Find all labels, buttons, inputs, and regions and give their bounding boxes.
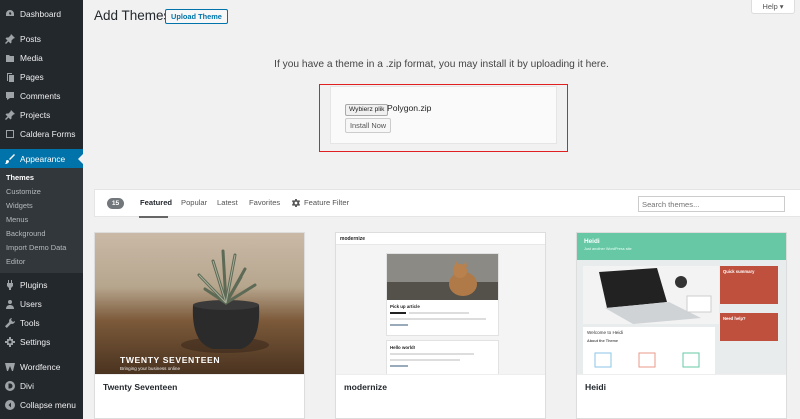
sidebar-item-label: Media (20, 52, 43, 63)
collapse-icon (5, 399, 15, 410)
submenu-menus[interactable]: Menus (0, 213, 83, 227)
submenu-customize[interactable]: Customize (0, 185, 83, 199)
help-button[interactable]: Help ▾ (751, 0, 795, 14)
sidebar-item-appearance[interactable]: Appearance (0, 149, 83, 168)
tab-featured[interactable]: Featured (140, 198, 172, 207)
laptop-image (583, 266, 719, 324)
sidebar-item-pages[interactable]: Pages (0, 67, 83, 86)
main-content: Add Themes Upload Theme Help ▾ If you ha… (83, 0, 800, 419)
feature-filter-label: Feature Filter (304, 198, 350, 207)
highlight-annotation (319, 84, 568, 152)
sidebar-item-label: Comments (20, 90, 61, 101)
active-tab-indicator (139, 216, 168, 218)
shot-post-title: Pick up article (390, 304, 420, 309)
sidebar-item-label: Projects (20, 109, 51, 120)
pin-icon (5, 109, 15, 120)
shot-title: TWENTY SEVENTEEN (120, 355, 221, 365)
sidebar-item-label: Dashboard (20, 8, 61, 19)
search-themes-input[interactable] (638, 196, 785, 212)
submenu-themes[interactable]: Themes (0, 171, 83, 185)
shot-logo: Heidi (584, 238, 600, 245)
sidebar-item-tools[interactable]: Tools (0, 313, 83, 332)
theme-screenshot: modernize Pick up article Hello world! (336, 233, 545, 374)
theme-screenshot: TWENTY SEVENTEEN Bringing your business … (95, 233, 304, 374)
tab-latest[interactable]: Latest (217, 198, 238, 207)
sidebar-item-label: Pages (20, 71, 44, 82)
shot-side-widget: Quick summary (720, 266, 778, 304)
theme-name: Twenty Seventeen (95, 374, 304, 406)
feature-filter-button[interactable]: Feature Filter (292, 198, 349, 207)
shot-welcome: Welcome to Heidi (587, 330, 623, 335)
appearance-submenu: Themes Customize Widgets Menus Backgroun… (0, 168, 83, 273)
sidebar-item-label: Appearance (20, 153, 66, 164)
upload-theme-button[interactable]: Upload Theme (165, 9, 228, 24)
theme-name: modernize (336, 374, 545, 406)
theme-card-twenty-seventeen[interactable]: TWENTY SEVENTEEN Bringing your business … (94, 232, 305, 419)
sidebar-item-label: Tools (20, 317, 40, 328)
pin-icon (5, 33, 15, 44)
sidebar-item-label: Divi (20, 380, 34, 391)
wordfence-icon (5, 362, 15, 372)
brush-icon (5, 153, 15, 164)
sidebar-item-label: Users (20, 298, 42, 309)
sidebar-item-plugins[interactable]: Plugins (0, 275, 83, 294)
tab-favorites[interactable]: Favorites (249, 198, 280, 207)
sidebar-item-media[interactable]: Media (0, 48, 83, 67)
page-title: Add Themes (94, 8, 171, 23)
shot-content-block: Welcome to Heidi About the Theme (583, 327, 715, 374)
cat-image (387, 254, 498, 300)
sidebar-item-label: Plugins (20, 279, 48, 290)
sidebar-item-comments[interactable]: Comments (0, 86, 83, 105)
shot-tagline: Just another WordPress site (584, 247, 632, 251)
sidebar-item-label: Caldera Forms (20, 128, 76, 139)
dashboard-icon (5, 9, 15, 19)
settings-icon (5, 336, 15, 347)
admin-sidebar: Dashboard Posts Media Pages Comments Pro… (0, 0, 83, 419)
plugin-icon (5, 279, 15, 290)
submenu-widgets[interactable]: Widgets (0, 199, 83, 213)
collapse-menu-button[interactable]: Collapse menu (0, 395, 83, 414)
shot-post-card: Hello world! (386, 340, 499, 374)
sidebar-item-wordfence[interactable]: Wordfence (0, 357, 83, 376)
sidebar-item-divi[interactable]: Divi (0, 376, 83, 395)
shot-post-card: Pick up article (386, 253, 499, 336)
shot-about: About the Theme (587, 339, 619, 343)
theme-screenshot: Heidi Just another WordPress site Quick … (577, 233, 786, 374)
divi-icon (5, 380, 15, 391)
sidebar-item-label: Settings (20, 336, 51, 347)
shot-post-title: Hello world! (390, 345, 416, 350)
sidebar-item-posts[interactable]: Posts (0, 29, 83, 48)
shot-side-widget: Need help? (720, 313, 778, 341)
submenu-import-demo-data[interactable]: Import Demo Data (0, 241, 83, 255)
feature-icons (594, 352, 700, 368)
gear-icon (292, 198, 300, 207)
sidebar-item-caldera-forms[interactable]: Caldera Forms (0, 124, 83, 143)
plant-image (181, 249, 269, 353)
theme-name: Heidi (577, 374, 786, 406)
shot-logo: modernize (340, 236, 366, 242)
tab-popular[interactable]: Popular (181, 198, 207, 207)
upload-description: If you have a theme in a .zip format, yo… (274, 59, 609, 70)
submenu-editor[interactable]: Editor (0, 255, 83, 269)
sidebar-item-users[interactable]: Users (0, 294, 83, 313)
sidebar-item-settings[interactable]: Settings (0, 332, 83, 351)
submenu-background[interactable]: Background (0, 227, 83, 241)
forms-icon (5, 129, 15, 139)
theme-card-heidi[interactable]: Heidi Just another WordPress site Quick … (576, 232, 787, 419)
theme-card-modernize[interactable]: modernize Pick up article Hello world! m… (335, 232, 546, 419)
sidebar-item-dashboard[interactable]: Dashboard (0, 4, 83, 23)
media-icon (5, 53, 15, 63)
shot-subtitle: Bringing your business online (120, 366, 181, 371)
theme-filter-bar: 15 Featured Popular Latest Favorites Fea… (94, 189, 800, 218)
sidebar-item-projects[interactable]: Projects (0, 105, 83, 124)
users-icon (5, 299, 15, 309)
sidebar-item-label: Wordfence (20, 361, 61, 372)
pages-icon (5, 72, 15, 82)
theme-count-badge: 15 (107, 198, 124, 209)
comments-icon (5, 91, 15, 101)
sidebar-item-label: Collapse menu (20, 399, 76, 410)
sidebar-item-label: Posts (20, 33, 41, 44)
tools-icon (5, 317, 15, 328)
